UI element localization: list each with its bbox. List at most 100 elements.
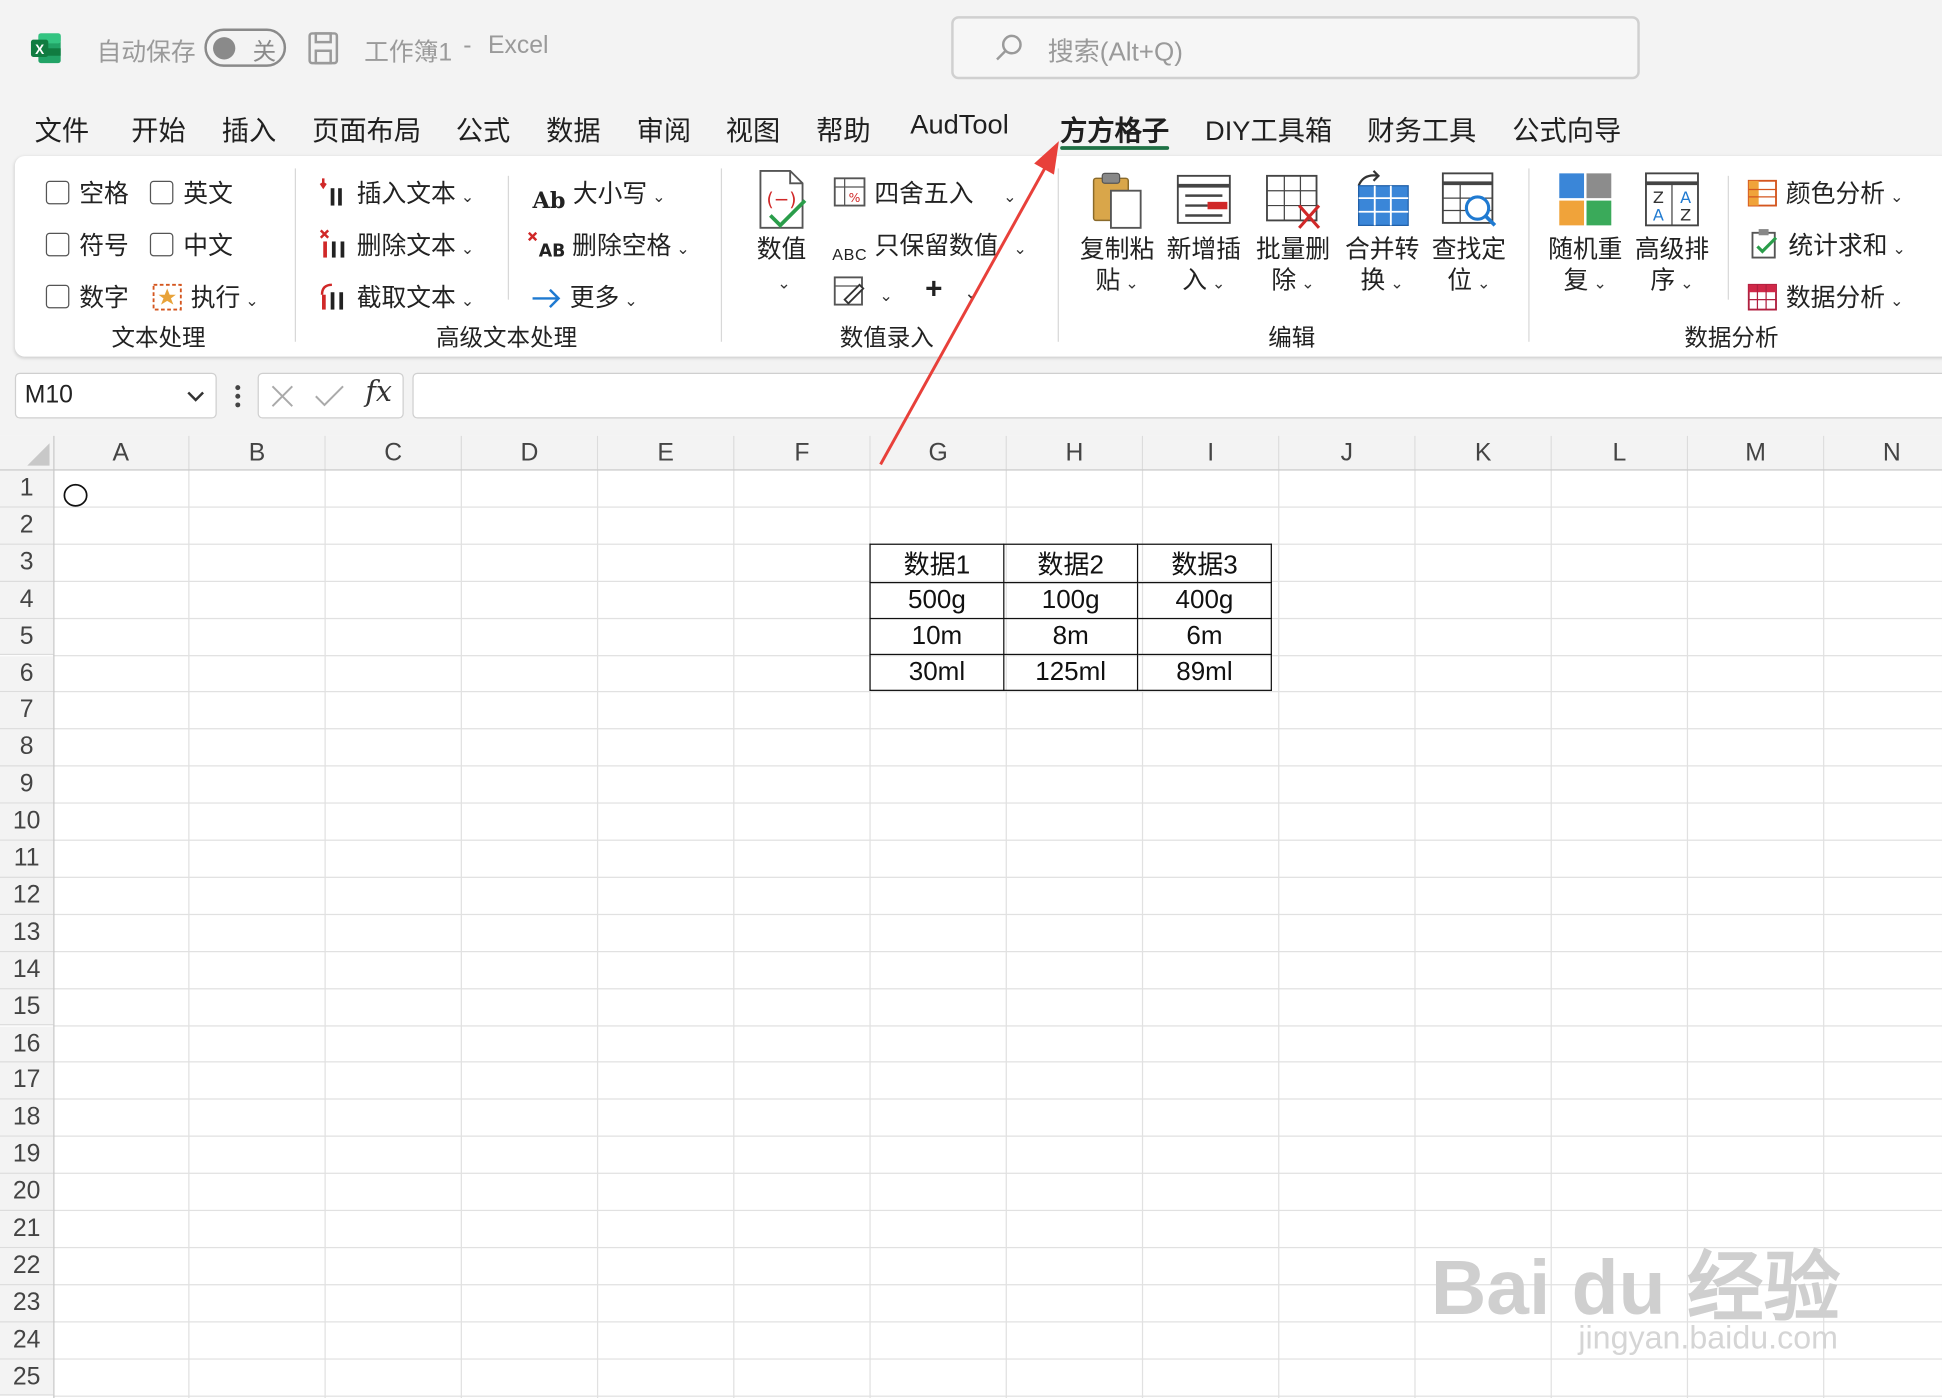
column-header-a[interactable]: A	[53, 435, 190, 470]
stat-sum-button[interactable]: 统计求和 ⌄	[1749, 225, 1906, 261]
tab-view[interactable]: 视图	[726, 109, 781, 149]
tab-review[interactable]: 审阅	[637, 109, 692, 149]
search-box[interactable]: 搜索(Alt+Q)	[951, 16, 1640, 80]
table-cell[interactable]: 30ml	[869, 653, 1005, 691]
row-header-19[interactable]: 19	[0, 1136, 54, 1175]
save-icon[interactable]	[307, 31, 339, 66]
random-repeat-button[interactable]: 随机重 复 ⌄	[1546, 168, 1625, 298]
tab-formulas[interactable]: 公式	[456, 109, 511, 149]
row-header-6[interactable]: 6	[0, 655, 54, 693]
row-header-11[interactable]: 11	[0, 840, 54, 878]
checkbox-space[interactable]: 空格	[45, 173, 129, 209]
row-header-12[interactable]: 12	[0, 877, 54, 915]
row-header-15[interactable]: 15	[0, 988, 54, 1026]
tab-finance[interactable]: 财务工具	[1367, 109, 1476, 149]
name-box[interactable]: M10	[14, 372, 217, 419]
table-cell[interactable]: 400g	[1136, 582, 1272, 620]
row-header-16[interactable]: 16	[0, 1025, 54, 1063]
column-header-f[interactable]: F	[734, 435, 871, 470]
merge-convert-button[interactable]: 合并转 换 ⌄	[1343, 168, 1422, 298]
row-header-23[interactable]: 23	[0, 1285, 54, 1323]
column-header-e[interactable]: E	[598, 435, 735, 470]
batch-delete-button[interactable]: 批量删 除 ⌄	[1253, 168, 1332, 298]
execute-button[interactable]: 执行 ⌄	[151, 277, 259, 313]
column-header-d[interactable]: D	[461, 435, 599, 470]
column-header-b[interactable]: B	[189, 435, 326, 470]
table-cell[interactable]: 500g	[869, 582, 1005, 620]
row-header-2[interactable]: 2	[0, 507, 54, 545]
column-header-j[interactable]: J	[1279, 435, 1416, 470]
row-header-5[interactable]: 5	[0, 618, 54, 656]
tab-help[interactable]: 帮助	[816, 109, 871, 149]
checkbox-number[interactable]: 数字	[45, 277, 129, 313]
row-header-18[interactable]: 18	[0, 1099, 54, 1137]
row-header-14[interactable]: 14	[0, 951, 54, 989]
delete-text-button[interactable]: 删除文本 ⌄	[319, 225, 474, 261]
row-header-1[interactable]: 1	[0, 470, 54, 508]
tab-insert[interactable]: 插入	[222, 109, 277, 149]
chevron-down-icon: ⌄	[1593, 273, 1607, 293]
tab-home[interactable]: 开始	[131, 109, 186, 149]
tab-file[interactable]: 文件	[35, 109, 90, 149]
row-header-8[interactable]: 8	[0, 729, 54, 767]
column-header-i[interactable]: I	[1143, 435, 1280, 470]
insert-new-button[interactable]: 新增插 入 ⌄	[1164, 168, 1243, 298]
column-header-k[interactable]: K	[1415, 435, 1552, 470]
insert-function-button[interactable]: fx	[365, 376, 392, 408]
copy-paste-button[interactable]: 复制粘 贴 ⌄	[1077, 168, 1156, 298]
case-button[interactable]: Ab 大小写 ⌄	[533, 173, 666, 214]
gridline-horizontal	[53, 728, 1942, 730]
data-analysis-button[interactable]: 数据分析 ⌄	[1746, 277, 1903, 313]
checkbox-symbol[interactable]: 符号	[45, 225, 129, 261]
table-cell[interactable]: 8m	[1003, 617, 1139, 656]
color-analysis-button[interactable]: 颜色分析 ⌄	[1746, 173, 1903, 209]
row-header-3[interactable]: 3	[0, 544, 54, 582]
table-cell[interactable]: 100g	[1003, 582, 1139, 620]
cancel-icon[interactable]	[269, 384, 296, 409]
excel-logo-icon[interactable]: X	[30, 32, 62, 64]
table-cell[interactable]: 125ml	[1003, 653, 1139, 691]
row-header-4[interactable]: 4	[0, 581, 54, 619]
advanced-sort-button[interactable]: Z A A Z 高级排 序 ⌄	[1632, 168, 1711, 298]
table-cell[interactable]: 89ml	[1136, 653, 1272, 691]
row-header-25[interactable]: 25	[0, 1359, 54, 1397]
checkbox-english[interactable]: 英文	[149, 173, 233, 209]
row-header-10[interactable]: 10	[0, 803, 54, 841]
row-header-13[interactable]: 13	[0, 914, 54, 952]
row-header-22[interactable]: 22	[0, 1248, 54, 1286]
confirm-icon[interactable]	[313, 384, 345, 409]
chevron-down-icon: ⌄	[1125, 273, 1139, 293]
table-cell[interactable]: 数据3	[1136, 543, 1272, 584]
table-cell[interactable]: 数据1	[869, 543, 1005, 584]
column-header-l[interactable]: L	[1551, 435, 1689, 470]
more-options-icon[interactable]	[233, 383, 243, 410]
table-cell[interactable]: 6m	[1136, 617, 1272, 656]
tab-diy-toolbox[interactable]: DIY工具箱	[1205, 109, 1332, 149]
table-cell[interactable]: 数据2	[1003, 543, 1139, 584]
tab-data[interactable]: 数据	[546, 109, 601, 149]
value-button[interactable]: (−) 数值 ⌄	[751, 168, 813, 298]
row-header-17[interactable]: 17	[0, 1062, 54, 1100]
find-locate-button[interactable]: 查找定 位 ⌄	[1429, 168, 1508, 298]
extract-text-button[interactable]: 截取文本 ⌄	[320, 277, 474, 313]
autosave-toggle[interactable]: 关	[204, 28, 287, 67]
column-header-c[interactable]: C	[325, 435, 462, 470]
table-cell[interactable]: 10m	[869, 617, 1005, 656]
tab-page-layout[interactable]: 页面布局	[312, 109, 421, 149]
column-header-n[interactable]: N	[1824, 435, 1942, 470]
delete-space-button[interactable]: AB 删除空格 ⌄	[527, 225, 690, 261]
select-all-corner[interactable]	[0, 435, 54, 470]
insert-text-button[interactable]: 插入文本 ⌄	[319, 173, 474, 209]
formula-input[interactable]	[412, 372, 1942, 419]
chevron-down-icon: ⌄	[624, 291, 638, 310]
checkbox-chinese[interactable]: 中文	[149, 225, 233, 261]
row-header-24[interactable]: 24	[0, 1322, 54, 1360]
chevron-down-icon[interactable]	[186, 389, 206, 404]
column-header-m[interactable]: M	[1688, 435, 1825, 470]
row-header-9[interactable]: 9	[0, 766, 54, 804]
row-header-20[interactable]: 20	[0, 1174, 54, 1212]
row-header-21[interactable]: 21	[0, 1211, 54, 1249]
more-button[interactable]: 更多 ⌄	[530, 277, 638, 313]
tab-formula-wizard[interactable]: 公式向导	[1512, 109, 1621, 149]
row-header-7[interactable]: 7	[0, 692, 54, 730]
